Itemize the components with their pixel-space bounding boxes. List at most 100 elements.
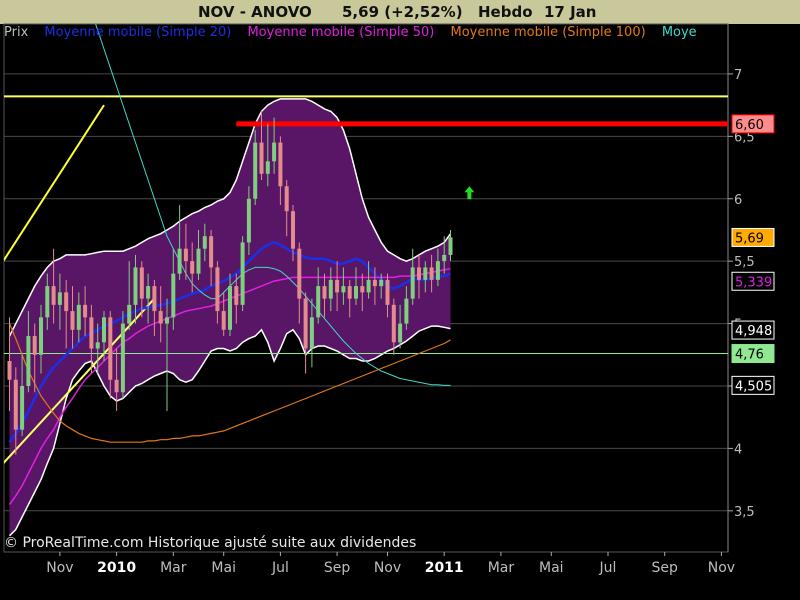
candle-body (448, 237, 453, 255)
x-tick-label: Mai (539, 560, 564, 576)
trendline-2 (4, 104, 105, 262)
chart-legend: Prix Moyenne mobile (Simple 20) Moyenne … (4, 25, 728, 40)
x-tick-label: Sep (652, 560, 679, 576)
candle-body (32, 336, 37, 355)
x-tick-label: Sep (324, 560, 351, 576)
y-tick-label: 7 (734, 68, 742, 83)
candle-body (202, 236, 207, 249)
candle-body (102, 317, 106, 343)
value-badge-label: 6,60 (735, 118, 764, 133)
candle-body (341, 286, 346, 293)
x-tick-label: Mar (488, 560, 515, 576)
candle-body (410, 267, 415, 299)
candle-body (133, 267, 138, 305)
candle-body (435, 261, 440, 280)
candle-body (7, 361, 12, 380)
candle-body (152, 286, 157, 312)
candle-body (385, 279, 390, 305)
candle-body (228, 286, 232, 330)
candle-body (240, 242, 245, 305)
x-tick-label: 2010 (97, 560, 136, 576)
candle-body (278, 142, 283, 187)
candle-body (171, 273, 176, 318)
candle-body (51, 286, 56, 305)
candle-body (272, 142, 277, 162)
candle-body (215, 267, 220, 312)
candle-body (234, 286, 239, 305)
candle-body (253, 142, 258, 199)
y-tick-label: 6 (734, 193, 742, 208)
candle-body (83, 304, 88, 318)
plot-layer (4, 24, 728, 537)
legend-entry-sma50: Moyenne mobile (Simple 50) (247, 25, 435, 40)
candle-body (347, 286, 352, 299)
candle-body (57, 292, 62, 305)
value-badge-label: 4,76 (735, 348, 764, 363)
copyright-footnote: © ProRealTime.com Historique ajusté suit… (4, 535, 417, 551)
x-tick-label: Nov (46, 560, 73, 576)
candle-body (284, 186, 289, 212)
y-tick-label: 5,5 (734, 255, 755, 270)
candle-body (39, 317, 43, 355)
candle-body (259, 142, 264, 174)
candle-body (316, 286, 321, 318)
x-tick-label: Nov (708, 560, 735, 576)
candle-body (209, 236, 214, 268)
y-tick-label: 3,5 (734, 505, 755, 520)
candle-body (404, 298, 409, 324)
candle-body (360, 286, 365, 293)
candle-body (328, 279, 333, 299)
x-tick-label: Jul (271, 560, 289, 576)
candle-body (177, 248, 182, 274)
x-tick-label: Jul (599, 560, 617, 576)
x-tick-label: 2011 (425, 560, 464, 576)
candle-body (297, 248, 302, 299)
candle-body (64, 292, 69, 312)
candle-body (391, 304, 396, 343)
candle-body (303, 298, 308, 349)
candle-body (423, 267, 428, 280)
x-tick-label: Mai (211, 560, 236, 576)
y-tick-label: 4 (734, 442, 742, 457)
candle-body (76, 304, 81, 330)
candle-body (379, 279, 384, 287)
legend-entry-sma20: Moyenne mobile (Simple 20) (44, 25, 232, 40)
candle-body (114, 379, 119, 393)
candle-body (158, 311, 163, 324)
candle-body (120, 323, 125, 393)
x-tick-label: Nov (374, 560, 401, 576)
candle-body (146, 286, 151, 299)
candle-body (165, 317, 169, 324)
legend-entry-extra: Moye (661, 25, 697, 40)
candle-body (108, 317, 113, 380)
legend-entry-price: Prix (4, 25, 29, 40)
candle-body (366, 279, 371, 293)
candle-body (246, 198, 251, 243)
candle-body (70, 311, 75, 330)
candle-body (291, 211, 295, 249)
candle-body (13, 379, 18, 430)
candle-body (95, 342, 100, 349)
value-badge-label: 4,948 (735, 324, 772, 339)
price-chart[interactable]: 76,565,554,543,5Nov2010MarMaiJulSepNov20… (0, 0, 800, 600)
value-badge-label: 5,339 (735, 275, 772, 290)
legend-entry-sma100: Moyenne mobile (Simple 100) (450, 25, 646, 40)
value-badge-label: 5,69 (735, 231, 764, 246)
candle-body (89, 317, 94, 349)
candle-body (372, 279, 377, 287)
signal-arrow-up-icon (464, 186, 475, 200)
candle-body (442, 254, 447, 262)
candle-body (190, 261, 195, 274)
x-tick-label: Mar (160, 560, 187, 576)
candle-body (196, 248, 201, 274)
candle-body (221, 311, 226, 330)
candle-body (309, 317, 314, 349)
candle-body (429, 267, 434, 280)
candle-body (26, 336, 31, 386)
candle-body (265, 161, 270, 174)
candle-body (139, 267, 144, 299)
candle-body (322, 286, 327, 299)
candle-body (335, 279, 340, 293)
candle-body (45, 286, 50, 318)
candle-body (20, 385, 25, 430)
